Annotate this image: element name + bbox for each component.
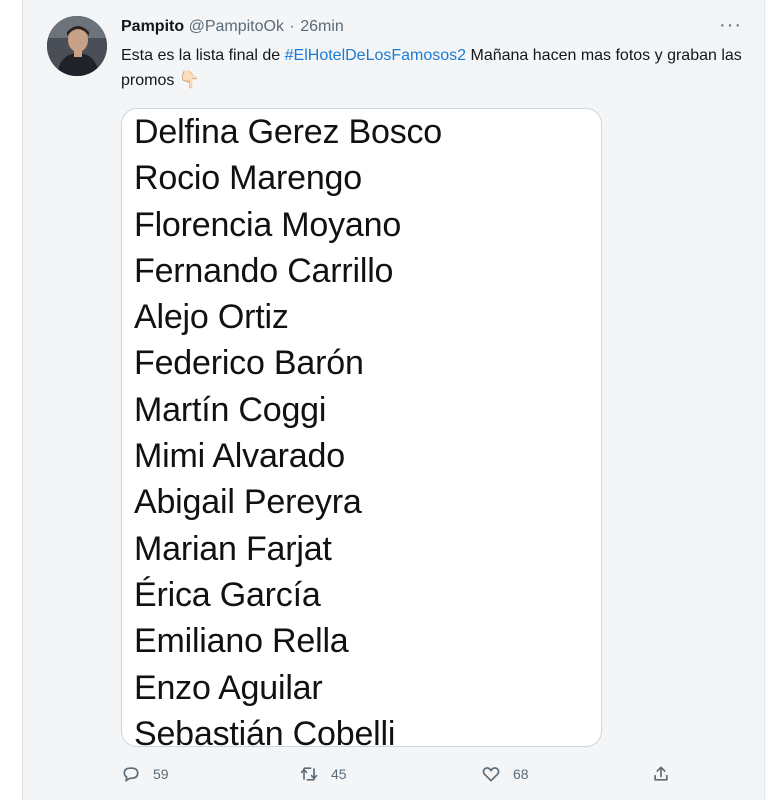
- tweet-header: Pampito @PampitoOk · 26min: [121, 18, 344, 36]
- list-item: Fernando Carrillo: [134, 251, 394, 290]
- names-list: Delfina Gerez Bosco Rocio Marengo Floren…: [134, 109, 443, 747]
- tweet-image[interactable]: Delfina Gerez Bosco Rocio Marengo Floren…: [121, 108, 602, 747]
- tweet-card[interactable]: Pampito @PampitoOk · 26min ··· Esta es l…: [22, 0, 765, 800]
- tweet-actions: 59 45 68: [121, 762, 671, 786]
- list-item: Abigail Pereyra: [134, 483, 362, 522]
- avatar[interactable]: [47, 16, 107, 76]
- list-item: Enzo Aguilar: [134, 668, 323, 707]
- tweet-text: Esta es la lista final de #ElHotelDeLosF…: [121, 44, 751, 93]
- list-item: Marian Farjat: [134, 529, 332, 568]
- reply-button[interactable]: 59: [121, 762, 169, 786]
- list-item: Mimi Alvarado: [134, 437, 345, 476]
- list-item: Florencia Moyano: [134, 205, 402, 244]
- more-horizontal-icon[interactable]: ···: [719, 14, 742, 37]
- like-button[interactable]: 68: [481, 762, 529, 786]
- list-item: Alejo Ortiz: [134, 298, 289, 337]
- list-item: Federico Barón: [134, 344, 364, 383]
- list-item: Delfina Gerez Bosco: [134, 113, 443, 151]
- list-item: Érica García: [134, 575, 321, 614]
- list-item: Sebastián Cobelli: [134, 714, 396, 747]
- list-item: Rocio Marengo: [134, 159, 362, 198]
- tweet-time[interactable]: 26min: [300, 18, 344, 35]
- reply-count: 59: [153, 766, 169, 782]
- author-handle[interactable]: @PampitoOk: [189, 18, 284, 35]
- retweet-count: 45: [331, 766, 347, 782]
- avatar-photo: [47, 16, 107, 76]
- pointing-down-emoji: 👇🏻: [178, 70, 200, 89]
- reply-icon: [123, 767, 139, 782]
- like-count: 68: [513, 766, 529, 782]
- separator: ·: [289, 18, 295, 35]
- hashtag-link[interactable]: #ElHotelDeLosFamosos2: [285, 47, 466, 64]
- retweet-icon: [300, 767, 318, 781]
- author-name[interactable]: Pampito: [121, 18, 184, 35]
- share-button[interactable]: [651, 762, 683, 786]
- retweet-button[interactable]: 45: [299, 762, 347, 786]
- tweet-text-start: Esta es la lista final de: [121, 47, 285, 64]
- list-item: Emiliano Rella: [134, 622, 349, 661]
- share-icon: [654, 766, 668, 781]
- list-item: Martín Coggi: [134, 390, 327, 429]
- heart-icon: [482, 767, 500, 782]
